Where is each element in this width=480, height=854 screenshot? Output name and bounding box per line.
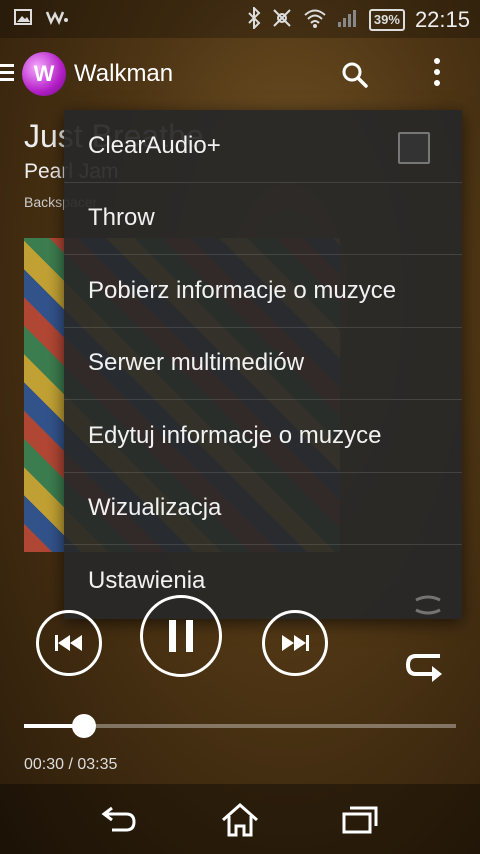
pause-button[interactable] [140, 595, 222, 677]
overflow-menu: ClearAudio+ Throw Pobierz informacje o m… [64, 110, 462, 619]
seek-bar-thumb[interactable] [72, 714, 97, 738]
menu-item-get-music-info[interactable]: Pobierz informacje o muzyce [64, 255, 462, 328]
wifi-icon [303, 8, 327, 32]
status-bar: 39% 22:15 [0, 0, 480, 38]
search-icon[interactable] [340, 60, 370, 90]
home-icon[interactable] [220, 802, 260, 837]
menu-item-throw[interactable]: Throw [64, 183, 462, 255]
previous-button[interactable] [36, 610, 102, 676]
menu-item-label: Wizualizacja [88, 494, 222, 522]
time-readout: 00:30 / 03:35 [24, 756, 118, 773]
app-title: Walkman [74, 60, 174, 87]
menu-item-media-server[interactable]: Serwer multimediów [64, 328, 462, 400]
navigation-bar [0, 784, 480, 854]
walkman-notification-icon [45, 9, 68, 30]
gallery-icon [14, 9, 32, 30]
walkman-logo-icon[interactable]: W [22, 52, 66, 96]
nfc-icon [271, 7, 293, 33]
bluetooth-icon [247, 5, 261, 33]
menu-item-label: Edytuj informacje o muzyce [88, 421, 382, 449]
menu-item-label: Serwer multimediów [88, 349, 305, 377]
clearaudio-checkbox[interactable] [398, 132, 430, 164]
back-icon[interactable] [100, 802, 140, 836]
menu-item-clearaudio[interactable]: ClearAudio+ [64, 110, 462, 183]
next-icon [282, 635, 309, 651]
previous-icon [55, 635, 82, 651]
menu-item-label: Pobierz informacje o muzyce [88, 276, 397, 304]
recent-apps-icon[interactable] [340, 802, 380, 836]
next-button[interactable] [262, 610, 328, 676]
signal-icon [337, 8, 359, 32]
repeat-icon[interactable] [404, 652, 450, 686]
menu-item-label: Throw [88, 204, 155, 232]
status-clock: 22:15 [414, 7, 470, 32]
drawer-menu-icon[interactable] [0, 64, 14, 85]
pause-icon [169, 620, 193, 652]
shuffle-icon[interactable] [412, 592, 444, 623]
seek-bar[interactable] [24, 714, 456, 738]
menu-item-label: ClearAudio+ [88, 131, 221, 159]
menu-item-visualization[interactable]: Wizualizacja [64, 473, 462, 545]
menu-item-edit-music-info[interactable]: Edytuj informacje o muzyce [64, 400, 462, 473]
battery-indicator: 39% [368, 9, 405, 31]
overflow-menu-icon[interactable] [430, 58, 444, 91]
